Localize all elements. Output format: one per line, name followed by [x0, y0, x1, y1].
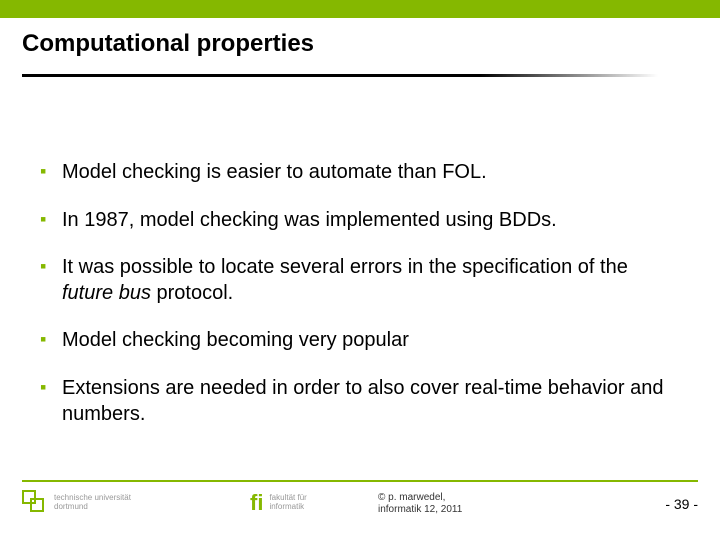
tu-dortmund-logo: technische universität dortmund: [22, 490, 131, 516]
footer-rule: [22, 480, 698, 482]
list-item: Model checking becoming very popular: [40, 328, 680, 354]
fi-line2: informatik: [269, 503, 306, 512]
slide-body: Model checking is easier to automate tha…: [40, 160, 680, 449]
fi-logo-icon: fi: [250, 490, 263, 516]
bullet-text: In 1987, model checking was implemented …: [62, 209, 557, 231]
list-item: In 1987, model checking was implemented …: [40, 208, 680, 234]
fi-logo-text: fakultät für informatik: [269, 494, 306, 512]
bullet-text-italic: future bus: [62, 282, 151, 304]
copy-line1: © p. marwedel,: [378, 492, 462, 504]
copyright: © p. marwedel, informatik 12, 2011: [378, 492, 462, 516]
list-item: Extensions are needed in order to also c…: [40, 376, 680, 427]
bullet-list: Model checking is easier to automate tha…: [40, 160, 680, 427]
bullet-text: Model checking is easier to automate tha…: [62, 161, 487, 183]
list-item: Model checking is easier to automate tha…: [40, 160, 680, 186]
bullet-text: Extensions are needed in order to also c…: [62, 377, 663, 425]
title-rule-fade: [480, 74, 658, 77]
slide: Computational properties Model checking …: [0, 0, 720, 540]
bullet-text-suffix: protocol.: [151, 282, 233, 304]
bullet-text: Model checking becoming very popular: [62, 329, 409, 351]
fi-logo: fi fakultät für informatik: [250, 490, 307, 516]
tu-logo-text: technische universität dortmund: [54, 494, 131, 512]
slide-title: Computational properties: [22, 30, 314, 58]
tu-line2: dortmund: [54, 503, 131, 512]
list-item: It was possible to locate several errors…: [40, 255, 680, 306]
tu-logo-icon: [22, 490, 48, 516]
footer: technische universität dortmund fi fakul…: [22, 480, 698, 528]
copy-line2: informatik 12, 2011: [378, 504, 462, 516]
page-number: - 39 -: [665, 496, 698, 512]
bullet-text-prefix: It was possible to locate several errors…: [62, 256, 628, 278]
accent-bar: [0, 0, 720, 18]
